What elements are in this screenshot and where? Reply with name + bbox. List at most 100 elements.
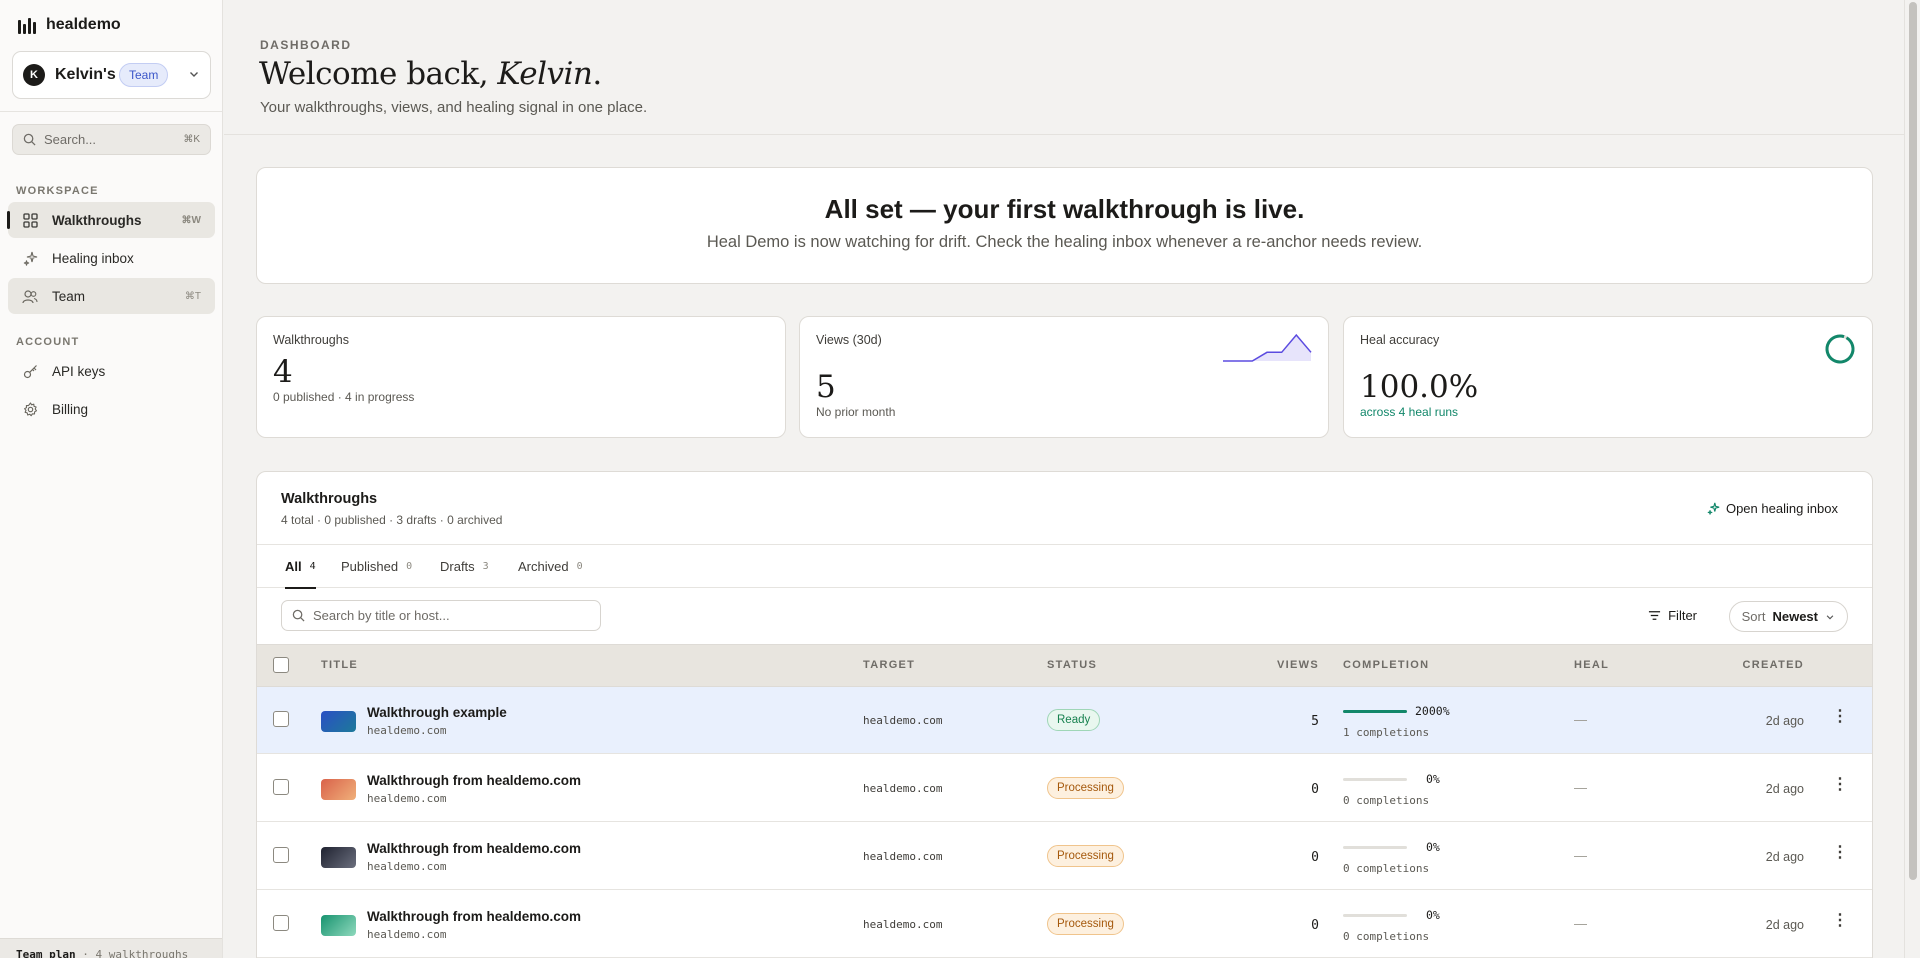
filter-button[interactable]: Filter — [1648, 608, 1697, 623]
sidebar-item-team[interactable]: Team ⌘T — [8, 278, 215, 314]
col-created[interactable]: CREATED — [1743, 659, 1804, 671]
completion-percent: 2000% — [1415, 704, 1450, 718]
breadcrumb: DASHBOARD — [260, 38, 352, 52]
completion-count: 0 completions — [1343, 794, 1430, 807]
card-title: Walkthroughs — [281, 491, 378, 507]
row-title[interactable]: Walkthrough from healdemo.com — [367, 909, 581, 924]
scrollbar-thumb[interactable] — [1909, 2, 1917, 880]
completion-bar — [1343, 710, 1407, 713]
workspace-switcher[interactable]: K Kelvin's Team — [12, 51, 211, 99]
select-all-checkbox[interactable] — [273, 657, 289, 673]
col-status[interactable]: STATUS — [1047, 659, 1097, 671]
sidebar-item-billing[interactable]: Billing — [8, 391, 215, 427]
col-views[interactable]: VIEWS — [1277, 659, 1319, 671]
sidebar-item-label: API keys — [52, 363, 106, 379]
brand[interactable]: healdemo — [18, 16, 121, 34]
walkthroughs-card: Walkthroughs 4 total · 0 published · 3 d… — [256, 471, 1873, 958]
sparkle-icon — [22, 250, 38, 266]
col-completion[interactable]: COMPLETION — [1343, 659, 1429, 671]
row-menu-icon[interactable]: ⋮ — [1832, 777, 1848, 793]
stat-value: 4 — [273, 354, 293, 390]
row-heal: — — [1574, 780, 1587, 795]
row-menu-icon[interactable]: ⋮ — [1832, 709, 1848, 725]
section-label-account: ACCOUNT — [16, 336, 80, 348]
stat-sub: 0 published · 4 in progress — [273, 390, 415, 404]
plan-name: Team plan — [16, 948, 76, 958]
row-checkbox[interactable] — [273, 779, 289, 795]
sidebar-item-label: Healing inbox — [52, 250, 134, 266]
tab-label: Archived — [518, 559, 569, 574]
stat-label: Walkthroughs — [273, 333, 349, 347]
completion-bar — [1343, 778, 1407, 781]
row-title[interactable]: Walkthrough from healdemo.com — [367, 773, 581, 788]
sort-dropdown[interactable]: Sort Newest — [1728, 601, 1848, 632]
tab-count: 0 — [406, 561, 413, 572]
open-healing-inbox-button[interactable]: Open healing inbox — [1707, 501, 1838, 516]
status-tabs: All 4 Published 0 Drafts 3 Archived 0 — [257, 544, 1872, 589]
table-row[interactable]: Walkthrough from healdemo.com healdemo.c… — [257, 755, 1872, 822]
tab-count: 0 — [576, 561, 583, 572]
completion-bar — [1343, 914, 1407, 917]
row-heal: — — [1574, 916, 1587, 931]
tab-label: All — [285, 559, 302, 574]
shortcut-hint: ⌘W — [181, 214, 201, 226]
tab-count: 4 — [309, 561, 316, 572]
row-host: healdemo.com — [367, 928, 447, 941]
grid-icon — [22, 212, 38, 228]
row-menu-icon[interactable]: ⋮ — [1832, 913, 1848, 929]
row-views: 5 — [1311, 714, 1319, 729]
sidebar-divider — [0, 111, 222, 112]
tab-count: 3 — [482, 561, 489, 572]
workspace-name: Kelvin's — [55, 66, 116, 83]
completion-bar — [1343, 846, 1407, 849]
row-title[interactable]: Walkthrough from healdemo.com — [367, 841, 581, 856]
tab-label: Published — [341, 559, 399, 574]
table-row[interactable]: Walkthrough from healdemo.com healdemo.c… — [257, 891, 1872, 958]
section-label-workspace: WORKSPACE — [16, 185, 99, 197]
status-badge: Processing — [1047, 845, 1124, 867]
completion-count: 1 completions — [1343, 726, 1430, 739]
row-created: 2d ago — [1765, 918, 1804, 932]
tab-archived[interactable]: Archived 0 — [518, 545, 583, 588]
sidebar-item-label: Billing — [52, 401, 89, 417]
search-shortcut: ⌘K — [183, 134, 200, 145]
row-checkbox[interactable] — [273, 711, 289, 727]
ring-progress — [1825, 334, 1855, 364]
tab-drafts[interactable]: Drafts 3 — [440, 545, 489, 588]
accuracy-ring — [1825, 334, 1855, 364]
row-checkbox[interactable] — [273, 915, 289, 931]
brand-logo-icon — [18, 16, 36, 34]
filter-label: Filter — [1668, 608, 1697, 623]
sidebar-item-label: Team — [52, 288, 86, 304]
row-heal: — — [1574, 848, 1587, 863]
row-menu-icon[interactable]: ⋮ — [1832, 845, 1848, 861]
page-scrollbar[interactable] — [1904, 0, 1920, 958]
sidebar-item-api-keys[interactable]: API keys — [8, 353, 215, 389]
row-host: healdemo.com — [367, 724, 447, 737]
stat-value: 100.0% — [1360, 369, 1479, 405]
row-checkbox[interactable] — [273, 847, 289, 863]
row-views: 0 — [1311, 782, 1319, 797]
sidebar-item-walkthroughs[interactable]: Walkthroughs ⌘W — [7, 202, 215, 238]
sidebar-search[interactable]: Search... ⌘K — [12, 124, 211, 155]
col-title[interactable]: TITLE — [321, 659, 358, 671]
walkthrough-thumbnail — [321, 711, 356, 732]
table-row[interactable]: Walkthrough example healdemo.com healdem… — [257, 687, 1872, 754]
table-row[interactable]: Walkthrough from healdemo.com healdemo.c… — [257, 823, 1872, 890]
table-search-input[interactable]: Search by title or host... — [281, 600, 601, 631]
col-target[interactable]: TARGET — [863, 659, 915, 671]
card-summary: 4 total · 0 published · 3 drafts · 0 arc… — [281, 513, 503, 527]
sidebar-search-placeholder: Search... — [44, 132, 97, 147]
welcome-name: Kelvin — [497, 56, 593, 92]
tab-published[interactable]: Published 0 — [341, 545, 412, 588]
page-subtitle: Your walkthroughs, views, and healing si… — [260, 99, 648, 116]
sidebar-item-healing-inbox[interactable]: Healing inbox — [8, 240, 215, 276]
stat-card-walkthroughs: Walkthroughs 4 0 published · 4 in progre… — [256, 316, 786, 438]
tab-all[interactable]: All 4 — [285, 545, 316, 589]
completion-bar-fill — [1343, 710, 1407, 713]
filter-icon — [1649, 611, 1661, 620]
sort-value: Newest — [1772, 609, 1818, 624]
row-title[interactable]: Walkthrough example — [367, 705, 507, 720]
col-heal[interactable]: HEAL — [1574, 659, 1609, 671]
stat-card-views: Views (30d) 5 No prior month — [799, 316, 1329, 438]
